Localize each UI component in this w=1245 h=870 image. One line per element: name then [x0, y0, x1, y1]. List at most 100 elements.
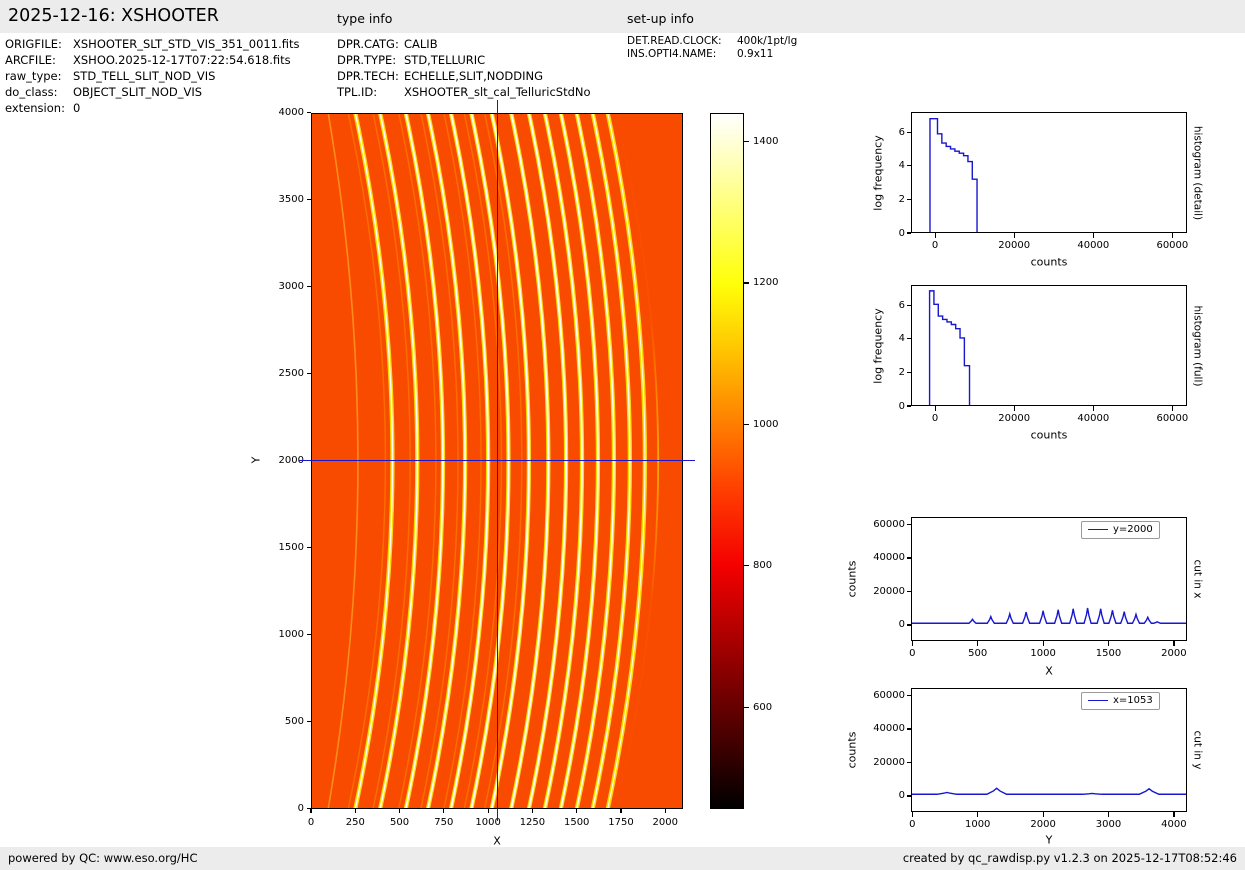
- y-tick-label: 60000: [845, 518, 905, 531]
- y-tick-label: 500: [244, 715, 304, 728]
- x-tick-label: 0: [900, 239, 970, 252]
- histogram_detail-right-label: histogram (detail): [1191, 125, 1204, 219]
- x-tick-label: 2000: [630, 816, 700, 829]
- x-tick: [310, 809, 311, 814]
- x-tick-label: 500: [943, 647, 1013, 660]
- x-tick-label: 60000: [1137, 412, 1207, 425]
- y-tick: [907, 372, 912, 373]
- histogram_full-xlabel: counts: [1031, 429, 1068, 442]
- x-tick: [576, 809, 577, 814]
- cut_in_x-ylabel: counts: [846, 561, 859, 598]
- main-xlabel: X: [493, 835, 501, 848]
- legend-label: x=1053: [1113, 695, 1153, 707]
- qc-report-page: 2025-12-16: XSHOOTER type info set-up in…: [0, 0, 1245, 870]
- colorbar: [710, 113, 744, 809]
- colorbar-tick: [744, 424, 749, 425]
- colorbar-tick-label: 1000: [753, 418, 797, 431]
- y-tick-label: 0: [845, 227, 905, 240]
- x-tick: [1172, 233, 1173, 238]
- x-tick: [1173, 641, 1174, 646]
- y-tick: [307, 721, 312, 722]
- x-tick-label: 20000: [979, 412, 1049, 425]
- y-tick-label: 0: [845, 618, 905, 631]
- y-tick: [907, 624, 912, 625]
- histogram_full-plot: [911, 285, 1187, 406]
- colorbar-tick-label: 600: [753, 701, 797, 714]
- x-tick: [1173, 812, 1174, 817]
- y-tick: [907, 591, 912, 592]
- colorbar-tick-label: 1400: [753, 135, 797, 148]
- x-tick-label: 20000: [979, 239, 1049, 252]
- y-tick: [907, 199, 912, 200]
- y-tick-label: 1000: [244, 628, 304, 641]
- y-tick-label: 60000: [845, 689, 905, 702]
- legend-line-sample: [1088, 529, 1108, 530]
- x-tick-label: 0: [877, 818, 947, 831]
- x-tick: [1172, 406, 1173, 411]
- y-tick-label: 3000: [244, 280, 304, 293]
- y-tick: [907, 762, 912, 763]
- y-tick: [907, 728, 912, 729]
- cut_in_y-curve: [911, 788, 1187, 794]
- y-tick: [907, 165, 912, 166]
- colorbar-tick: [744, 282, 749, 283]
- y-tick: [907, 405, 912, 406]
- y-tick: [307, 112, 312, 113]
- y-tick: [907, 132, 912, 133]
- x-tick: [488, 809, 489, 814]
- cut_in_x-right-label: cut in x: [1191, 559, 1204, 598]
- y-tick-label: 4000: [244, 106, 304, 119]
- histogram_detail-curve: [930, 119, 977, 233]
- cut_in_y-right-label: cut in y: [1191, 730, 1204, 769]
- main-ylabel: Y: [250, 457, 263, 464]
- y-tick: [307, 199, 312, 200]
- y-tick-label: 3500: [244, 193, 304, 206]
- footer-bar: powered by QC: www.eso.org/HC created by…: [0, 847, 1245, 870]
- x-tick-label: 2000: [1139, 647, 1209, 660]
- colorbar-tick: [744, 565, 749, 566]
- x-tick: [1093, 233, 1094, 238]
- y-tick: [907, 232, 912, 233]
- x-tick: [443, 809, 444, 814]
- y-tick: [907, 305, 912, 306]
- cut_in_y-xlabel: Y: [1046, 834, 1053, 847]
- colorbar-tick-label: 1200: [753, 276, 797, 289]
- histogram_detail-ylabel: log frequency: [872, 135, 885, 210]
- y-tick-label: 2500: [244, 367, 304, 380]
- y-tick-label: 0: [845, 400, 905, 413]
- x-tick: [665, 809, 666, 814]
- x-tick: [1014, 233, 1015, 238]
- legend-line-sample: [1088, 700, 1108, 701]
- y-tick-label: 1500: [244, 541, 304, 554]
- x-tick: [935, 233, 936, 238]
- x-tick: [1043, 812, 1044, 817]
- x-tick: [1014, 406, 1015, 411]
- histogram_full-right-label: histogram (full): [1191, 305, 1204, 386]
- x-tick-label: 1500: [1074, 647, 1144, 660]
- y-tick: [907, 338, 912, 339]
- cut_in_x-curve: [911, 608, 1187, 623]
- y-tick: [907, 524, 912, 525]
- x-tick: [1043, 641, 1044, 646]
- y-tick: [307, 547, 312, 548]
- y-tick: [307, 808, 312, 809]
- x-tick-label: 2000: [1008, 818, 1078, 831]
- legend-label: y=2000: [1113, 524, 1153, 536]
- y-tick: [907, 557, 912, 558]
- x-tick-label: 60000: [1137, 239, 1207, 252]
- y-tick: [907, 795, 912, 796]
- x-tick: [532, 809, 533, 814]
- colorbar-tick: [744, 707, 749, 708]
- footer-right-text: created by qc_rawdisp.py v1.2.3 on 2025-…: [903, 847, 1237, 870]
- x-tick-label: 0: [877, 647, 947, 660]
- x-tick: [1108, 641, 1109, 646]
- footer-left-text: powered by QC: www.eso.org/HC: [8, 851, 197, 865]
- x-tick: [912, 812, 913, 817]
- x-tick: [1108, 812, 1109, 817]
- y-tick-label: 0: [845, 789, 905, 802]
- colorbar-tick-label: 800: [753, 559, 797, 572]
- histogram_detail-xlabel: counts: [1031, 256, 1068, 269]
- x-tick-label: 0: [900, 412, 970, 425]
- x-tick-label: 40000: [1058, 412, 1128, 425]
- y-tick: [307, 373, 312, 374]
